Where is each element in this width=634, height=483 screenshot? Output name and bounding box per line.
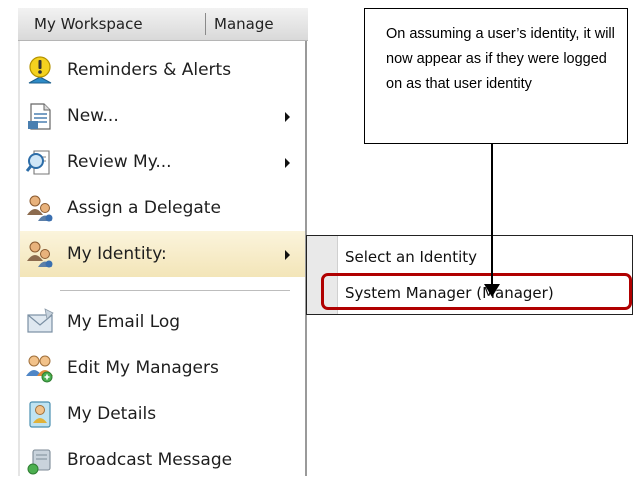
menu-item-label: Review My...	[67, 152, 172, 172]
menu-item-label: Assign a Delegate	[67, 198, 221, 218]
callout-text: On assuming a user’s identity, it will n…	[386, 26, 615, 92]
menu-item-label: Edit My Managers	[67, 358, 219, 378]
menu-manage[interactable]: Manage	[214, 8, 308, 40]
submenu-item-label: System Manager (Manager)	[345, 284, 554, 302]
menu-item-email-log[interactable]: My Email Log	[20, 299, 305, 345]
submenu-item-select-identity[interactable]: Select an Identity	[337, 240, 632, 274]
menu-item-label: My Details	[67, 404, 157, 424]
callout-arrow-line	[491, 144, 493, 286]
new-document-icon	[28, 103, 51, 130]
menu-item-edit-managers[interactable]: Edit My Managers	[20, 345, 305, 391]
submenu-item-label: Select an Identity	[345, 248, 477, 266]
menu-item-review-my[interactable]: Review My...	[20, 139, 305, 185]
details-icon	[29, 401, 51, 428]
identity-icon	[27, 241, 53, 268]
menu-item-broadcast-message[interactable]: Broadcast Message	[20, 437, 305, 483]
menu-item-label: Reminders & Alerts	[67, 60, 232, 80]
menu-item-assign-delegate[interactable]: Assign a Delegate	[20, 185, 305, 231]
submenu-arrow-icon	[285, 112, 290, 122]
email-icon	[27, 308, 54, 333]
broadcast-icon	[27, 449, 51, 475]
menu-item-label: New...	[67, 106, 119, 126]
review-icon	[25, 150, 50, 175]
annotation-callout: On assuming a user’s identity, it will n…	[364, 8, 628, 144]
delegate-icon	[27, 195, 53, 222]
menu-item-label: My Email Log	[67, 312, 181, 332]
submenu-icon-gutter	[307, 236, 338, 314]
submenu-arrow-icon	[285, 250, 290, 260]
identity-submenu: Select an Identity System Manager (Manag…	[306, 235, 633, 315]
menu-item-new[interactable]: New...	[20, 93, 305, 139]
top-menu-bar: My Workspace Manage	[18, 8, 308, 41]
workspace-dropdown-menu: Reminders & Alerts New... Review My... A…	[20, 41, 307, 476]
menu-divider	[60, 290, 290, 292]
managers-icon	[26, 355, 53, 383]
submenu-arrow-icon	[285, 158, 290, 168]
menu-item-reminders-alerts[interactable]: Reminders & Alerts	[20, 47, 305, 93]
callout-arrow-head	[484, 284, 500, 297]
submenu-divider	[343, 274, 623, 275]
menu-item-label: Broadcast Message	[67, 450, 233, 470]
menu-my-workspace[interactable]: My Workspace	[18, 8, 205, 40]
alert-icon	[28, 56, 52, 84]
menu-item-my-identity[interactable]: My Identity:	[20, 231, 305, 277]
menu-item-my-details[interactable]: My Details	[20, 391, 305, 437]
menubar-separator	[205, 13, 206, 35]
menu-item-label: My Identity:	[67, 244, 167, 264]
